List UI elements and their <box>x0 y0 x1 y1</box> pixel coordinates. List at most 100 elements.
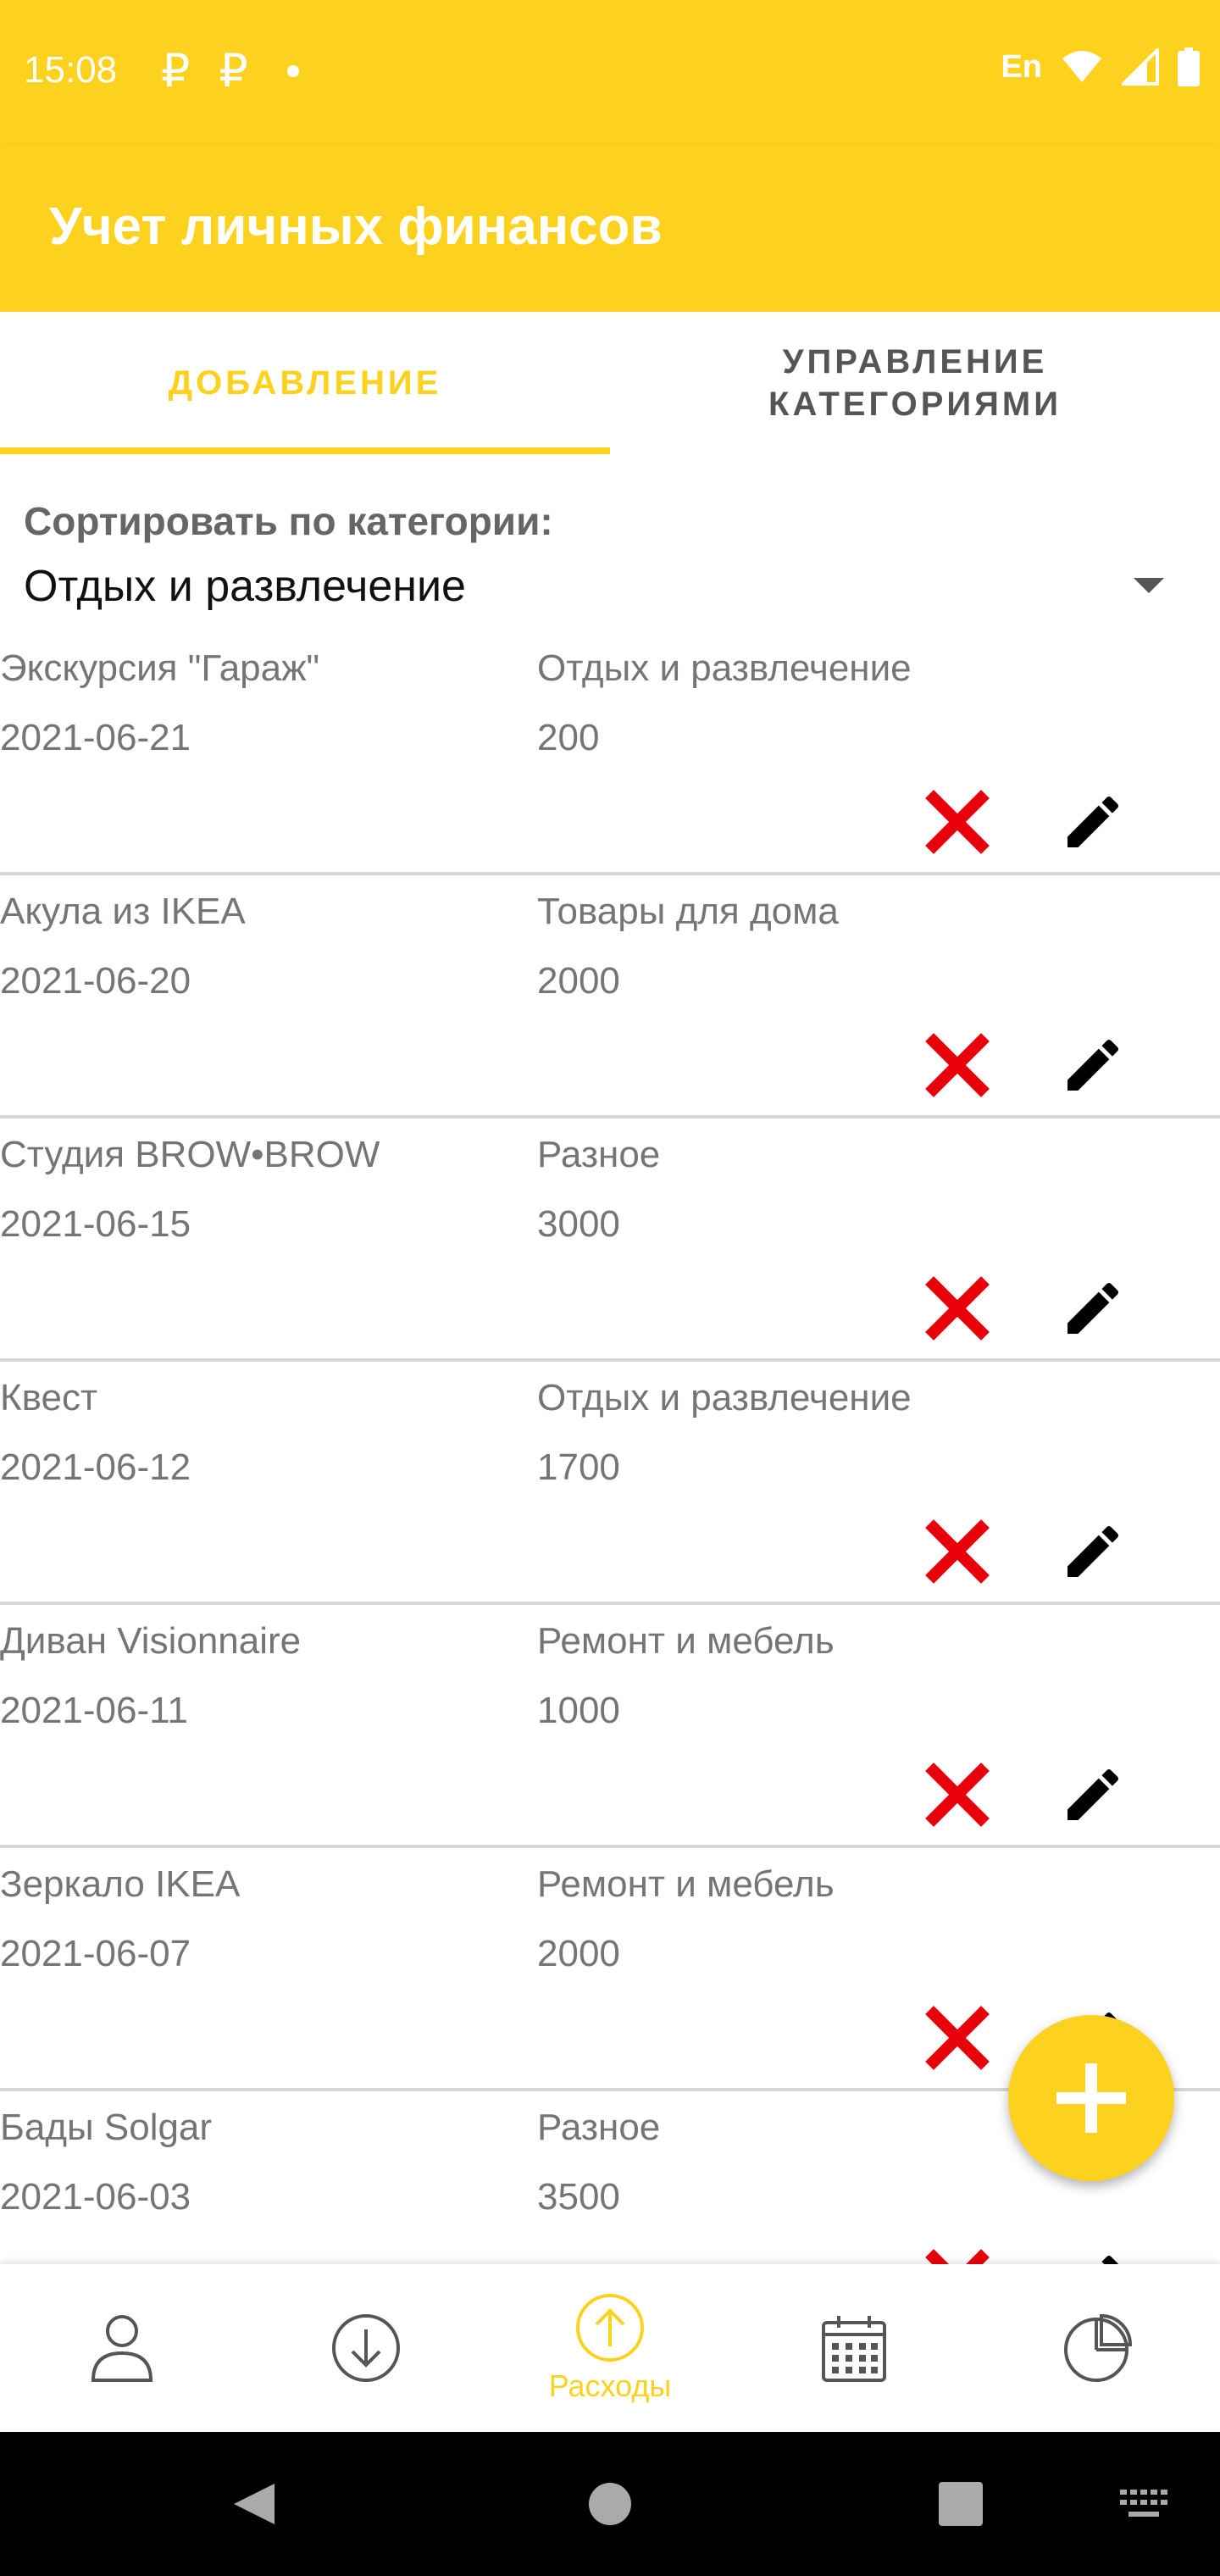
expense-date: 2021-06-15 <box>0 1203 191 1245</box>
category-spinner[interactable]: Отдых и развлечение <box>24 561 466 612</box>
delete-button[interactable] <box>923 2247 991 2264</box>
delete-button[interactable] <box>923 1761 991 1829</box>
bottom-navigation: Расходы <box>0 2264 1220 2432</box>
expense-amount: 2000 <box>537 960 620 1002</box>
expense-date: 2021-06-07 <box>0 1933 191 1974</box>
tab-manage-categories-line1: УПРАВЛЕНИЕ <box>782 343 1048 380</box>
delete-x-icon <box>925 2249 990 2264</box>
edit-button[interactable] <box>1059 2247 1127 2264</box>
ruble-icon: ₽ <box>161 46 191 97</box>
expense-category: Ремонт и мебель <box>537 1620 835 1662</box>
expense-row[interactable]: Диван Visionnaire 2021-06-11 Ремонт и мебе… <box>0 1605 1220 1848</box>
expense-row[interactable]: Экскурсия "Гараж" 2021-06-21 Отдых и развл… <box>0 632 1220 875</box>
tab-add[interactable]: ДОБАВЛЕНИЕ <box>0 312 610 454</box>
expense-row[interactable]: Акула из IKEA 2021-06-20 Товары для дома 20… <box>0 875 1220 1119</box>
delete-button[interactable] <box>923 2004 991 2072</box>
ruble-icon: ₽ <box>219 46 248 97</box>
expense-amount: 1700 <box>537 1446 620 1488</box>
status-notification-icons: ₽ ₽ <box>161 44 299 97</box>
delete-x-icon <box>925 1276 990 1341</box>
pencil-edit-icon <box>1101 2255 1118 2264</box>
system-back-button[interactable] <box>212 2432 297 2576</box>
delete-x-icon <box>925 1519 990 1584</box>
nav-expenses[interactable]: Расходы <box>488 2264 732 2432</box>
delete-x-icon <box>925 1763 990 1827</box>
battery-icon <box>1178 47 1200 86</box>
nav-statistics[interactable] <box>976 2264 1220 2432</box>
delete-x-icon <box>925 1033 990 1097</box>
expense-name: Студия BROW•BROW <box>0 1134 380 1175</box>
tab-manage-categories-line2: КАТЕГОРИЯМИ <box>768 386 1062 423</box>
notification-dot-icon <box>286 64 299 77</box>
pencil-edit-icon <box>1068 1039 1119 1091</box>
tab-manage-categories[interactable]: УПРАВЛЕНИЕ КАТЕГОРИЯМИ <box>610 312 1220 454</box>
expense-date: 2021-06-20 <box>0 960 191 1002</box>
expense-row[interactable]: Студия BROW•BROW 2021-06-15 Разное 3000 <box>0 1119 1220 1362</box>
expense-date: 2021-06-11 <box>0 1690 188 1731</box>
delete-button[interactable] <box>923 788 991 856</box>
add-expense-button[interactable] <box>1008 2015 1174 2181</box>
app-bar: Учет личных финансов <box>0 146 1220 312</box>
system-recents-button[interactable] <box>918 2432 1003 2576</box>
pencil-edit-icon <box>1068 796 1119 847</box>
delete-button[interactable] <box>923 1031 991 1099</box>
system-navigation-bar <box>0 2432 1220 2576</box>
delete-x-icon <box>925 790 990 854</box>
delete-button[interactable] <box>923 1518 991 1585</box>
expense-name: Квест <box>0 1377 98 1418</box>
nav-calendar[interactable] <box>732 2264 976 2432</box>
edit-button[interactable] <box>1059 1761 1127 1829</box>
pencil-edit-icon <box>1068 1525 1119 1577</box>
expense-name: Акула из IKEA <box>0 891 246 932</box>
pencil-edit-icon <box>1068 1768 1119 1820</box>
expense-category: Ремонт и мебель <box>537 1863 835 1905</box>
nav-profile[interactable] <box>0 2264 244 2432</box>
expense-amount: 2000 <box>537 1933 620 1974</box>
expense-date: 2021-06-12 <box>0 1446 191 1488</box>
wifi-icon <box>1062 51 1101 82</box>
sort-label: Сортировать по категории: <box>24 499 553 543</box>
expense-list[interactable]: Экскурсия "Гараж" 2021-06-21 Отдых и развл… <box>0 632 1220 2264</box>
delete-x-icon <box>925 2006 990 2070</box>
dropdown-arrow-icon[interactable] <box>1134 578 1164 593</box>
nav-income[interactable] <box>244 2264 488 2432</box>
expense-amount: 3000 <box>537 1203 620 1245</box>
expense-category: Отдых и развлечение <box>537 647 912 689</box>
status-time: 15:08 <box>24 49 118 91</box>
expense-amount: 200 <box>537 717 600 758</box>
home-circle-icon <box>589 2483 631 2525</box>
status-bar: 15:08 ₽ ₽ En <box>0 0 1220 146</box>
expense-category: Товары для дома <box>537 891 839 932</box>
pie-chart-icon <box>1064 2313 1133 2382</box>
tab-indicator <box>0 447 610 454</box>
app-title: Учет личных финансов <box>49 197 663 256</box>
edit-button[interactable] <box>1059 1274 1127 1342</box>
person-icon <box>91 2315 153 2382</box>
expense-date: 2021-06-21 <box>0 717 191 758</box>
calendar-icon <box>822 2316 886 2382</box>
keyboard-icon <box>1120 2490 1167 2517</box>
tab-bar: ДОБАВЛЕНИЕ УПРАВЛЕНИЕ КАТЕГОРИЯМИ <box>0 312 1220 454</box>
pencil-edit-icon <box>1068 1282 1119 1334</box>
system-home-button[interactable] <box>568 2432 652 2576</box>
expense-name: Зеркало IKEA <box>0 1863 241 1905</box>
expense-category: Разное <box>537 1134 661 1175</box>
tab-add-label: ДОБАВЛЕНИЕ <box>168 364 442 402</box>
status-system-icons: En <box>1001 47 1200 86</box>
expense-name: Диван Visionnaire <box>0 1620 302 1662</box>
edit-button[interactable] <box>1059 788 1127 856</box>
signal-icon <box>1122 48 1159 86</box>
expense-name: Бады Solgar <box>0 2107 213 2148</box>
expense-amount: 1000 <box>537 1690 620 1731</box>
expense-amount: 3500 <box>537 2176 620 2218</box>
expense-row[interactable]: Квест 2021-06-12 Отдых и развлечение 1700 <box>0 1362 1220 1605</box>
delete-button[interactable] <box>923 1274 991 1342</box>
recents-square-icon <box>939 2482 983 2526</box>
edit-button[interactable] <box>1059 1518 1127 1585</box>
expense-category: Разное <box>537 2107 661 2148</box>
edit-button[interactable] <box>1059 1031 1127 1099</box>
system-keyboard-button[interactable] <box>1101 2432 1186 2576</box>
arrow-up-circle-icon <box>576 2294 644 2362</box>
language-indicator: En <box>1001 48 1042 85</box>
arrow-down-circle-icon <box>332 2314 400 2382</box>
